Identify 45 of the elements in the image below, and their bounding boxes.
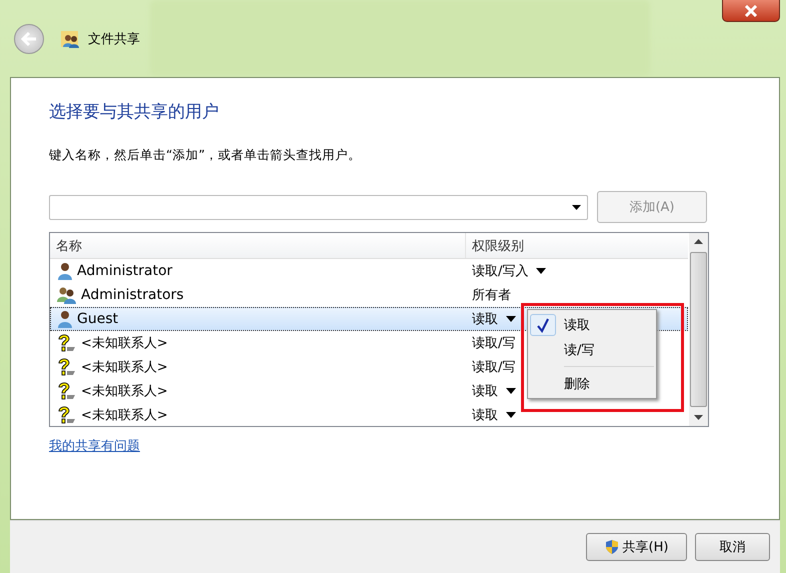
caret-icon[interactable] — [506, 388, 516, 394]
scroll-down-icon[interactable] — [694, 415, 703, 420]
user-name: Administrator — [77, 263, 172, 279]
instruction-text: 键入名称，然后单击“添加”，或者单击箭头查找用户。 — [49, 147, 362, 164]
caret-icon[interactable] — [506, 412, 516, 418]
help-link[interactable]: 我的共享有问题 — [49, 437, 140, 455]
unknown-user-icon — [57, 405, 77, 425]
user-name: Administrators — [81, 287, 184, 303]
permission-level: 读取/写入 — [472, 263, 528, 280]
permission-level: 读取 — [472, 311, 498, 328]
dialog-button[interactable]: 取消 — [695, 533, 770, 561]
unknown-user-icon — [57, 357, 77, 377]
user-icon — [57, 262, 73, 280]
window-title: 文件共享 — [88, 30, 140, 48]
dropdown-caret-icon — [572, 204, 581, 210]
users-icon — [57, 286, 77, 304]
dialog-button[interactable]: 共享(H) — [586, 533, 687, 561]
permission-level: 读取 — [472, 383, 498, 400]
unknown-user-icon — [57, 333, 77, 353]
users-icon — [60, 28, 80, 48]
column-header[interactable]: 名称 — [50, 236, 465, 254]
permission-level: 所有者 — [472, 287, 511, 304]
user-name: <未知联系人> — [81, 359, 168, 376]
close-icon — [744, 4, 758, 16]
permission-level: 读取/写 — [472, 359, 516, 376]
permission-level: 读取 — [472, 407, 498, 424]
unknown-user-icon — [57, 381, 77, 401]
user-name: <未知联系人> — [81, 407, 168, 424]
permission-level: 读取/写 — [472, 335, 516, 352]
user-name: <未知联系人> — [81, 383, 168, 400]
user-icon — [57, 310, 73, 328]
close-button[interactable] — [722, 0, 780, 22]
menu-item[interactable]: 删除 — [530, 371, 654, 396]
scroll-up-icon[interactable] — [694, 239, 703, 244]
dialog-heading: 选择要与其共享的用户 — [49, 101, 220, 123]
user-name: <未知联系人> — [81, 335, 168, 352]
user-name: Guest — [77, 311, 118, 327]
scrollbar[interactable] — [689, 233, 708, 426]
menu-item[interactable]: 读/写 — [530, 337, 654, 362]
back-arrow-icon — [20, 30, 38, 46]
caret-icon[interactable] — [506, 316, 516, 322]
name-combo-field[interactable] — [49, 194, 588, 220]
column-header[interactable]: 权限级别 — [465, 233, 688, 258]
back-button[interactable] — [14, 24, 44, 54]
caret-icon[interactable] — [536, 268, 546, 274]
